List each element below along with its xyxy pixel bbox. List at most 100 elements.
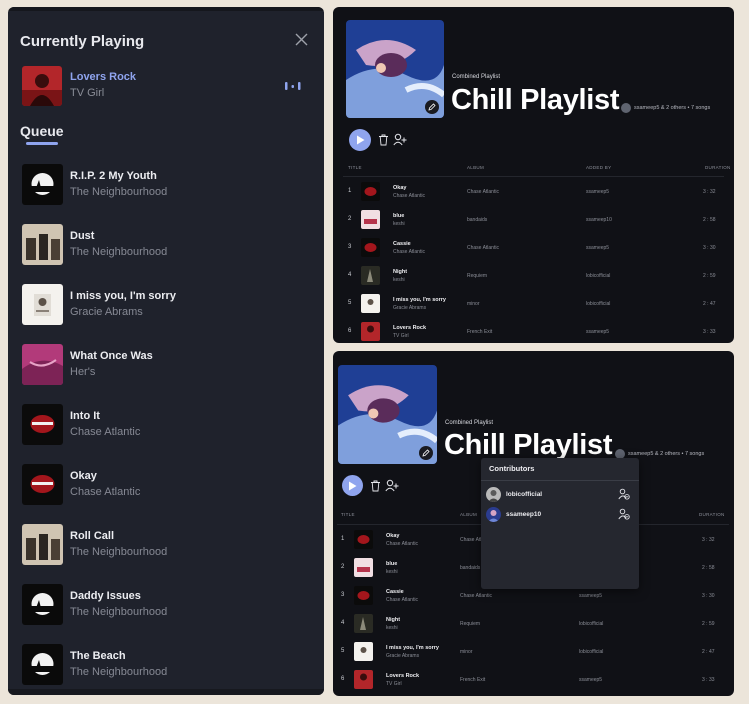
trash-icon[interactable] xyxy=(378,134,389,146)
track-added-by: ssameep5 xyxy=(579,677,603,683)
queue-item[interactable]: Daddy Issues The Neighbourhood xyxy=(22,583,312,643)
queue-item-album-art xyxy=(22,224,63,265)
queue-item[interactable]: I miss you, I'm sorry Gracie Abrams xyxy=(22,283,312,343)
track-added-by: ssameep5 xyxy=(586,189,610,195)
queue-item-album-art xyxy=(22,164,63,205)
col-title[interactable]: TITLE xyxy=(348,165,362,170)
queue-item-artist: The Neighbourhood xyxy=(70,186,168,198)
remove-user-icon[interactable] xyxy=(618,488,630,500)
playlist-meta: ssameep5 & 2 others • 7 songs xyxy=(621,103,710,113)
trash-icon[interactable] xyxy=(370,480,381,492)
track-added-by: lobicofficial xyxy=(586,273,611,279)
track-added-by: lobicofficial xyxy=(586,301,611,307)
col-album[interactable]: ALBUM xyxy=(467,165,484,170)
queue-item-album-art xyxy=(22,404,63,445)
playlist-panel: Combined Playlist Chill Playlist ssameep… xyxy=(333,7,734,343)
equalizer-icon xyxy=(285,82,301,90)
track-art xyxy=(361,238,380,257)
track-art xyxy=(361,266,380,285)
track-row[interactable]: 6 Lovers Rock TV Girl French Exit ssamee… xyxy=(333,666,727,693)
contributor-row[interactable]: ssameep10 xyxy=(486,506,634,522)
track-title: Okay xyxy=(386,533,400,539)
track-row[interactable]: 4 Night keshi Requiem lobicofficial 2 : … xyxy=(333,610,727,637)
playlist-meta-text[interactable]: ssameep5 & 2 others • 7 songs xyxy=(628,451,704,457)
track-art xyxy=(354,558,373,577)
track-duration: 2 : 58 xyxy=(703,217,716,223)
track-row[interactable]: 5 I miss you, I'm sorry Gracie Abrams mi… xyxy=(333,290,734,317)
queue-scrollbar[interactable] xyxy=(8,689,324,695)
track-number: 4 xyxy=(341,620,345,626)
queue-item[interactable]: Okay Chase Atlantic xyxy=(22,463,312,523)
play-button[interactable] xyxy=(342,475,363,496)
play-button[interactable] xyxy=(349,129,371,151)
track-title: Cassie xyxy=(393,241,411,247)
contributor-row[interactable]: lobicofficial xyxy=(486,486,634,502)
remove-user-icon[interactable] xyxy=(618,508,630,520)
track-title: Lovers Rock xyxy=(393,325,427,331)
track-row[interactable]: 6 Lovers Rock TV Girl French Exit ssamee… xyxy=(333,318,734,343)
playlist-meta-text[interactable]: ssameep5 & 2 others • 7 songs xyxy=(634,105,710,111)
track-art xyxy=(354,642,373,661)
pencil-icon xyxy=(428,103,436,111)
track-row[interactable]: 1 Okay Chase Atlantic Chase Atlantic ssa… xyxy=(333,178,734,205)
track-album: bandaids xyxy=(467,217,488,223)
track-album: minor xyxy=(460,649,473,655)
currently-playing-title: Currently Playing xyxy=(20,33,145,50)
track-row[interactable]: 2 blue keshi bandaids ssameep10 2 : 58 xyxy=(333,206,734,233)
col-added-by[interactable]: ADDED BY xyxy=(586,165,611,170)
queue-item-album-art xyxy=(22,464,63,505)
queue-item-album-art xyxy=(22,644,63,685)
track-row[interactable]: 4 Night keshi Requiem lobicofficial 2 : … xyxy=(333,262,734,289)
queue-item-title: Dust xyxy=(70,230,95,242)
track-duration: 3 : 30 xyxy=(703,245,716,251)
add-user-icon[interactable] xyxy=(385,479,399,492)
avatar xyxy=(486,507,501,522)
queue-item-artist: Chase Atlantic xyxy=(70,426,141,438)
queue-item-artist: The Neighbourhood xyxy=(70,246,168,258)
col-title[interactable]: TITLE xyxy=(341,512,355,517)
track-row[interactable]: 3 Cassie Chase Atlantic Chase Atlantic s… xyxy=(333,234,734,261)
queue-item-album-art xyxy=(22,584,63,625)
table-header-divider xyxy=(343,176,724,177)
col-duration[interactable]: DURATION xyxy=(699,512,725,517)
track-row[interactable]: 5 I miss you, I'm sorry Gracie Abrams mi… xyxy=(333,638,727,665)
queue-panel: Currently Playing Lovers Rock TV Girl Qu… xyxy=(8,7,324,695)
queue-heading: Queue xyxy=(20,123,64,139)
queue-item[interactable]: What Once Was Her's xyxy=(22,343,312,403)
track-art xyxy=(361,322,380,341)
col-album[interactable]: ALBUM xyxy=(460,512,477,517)
edit-cover-button[interactable] xyxy=(419,446,433,460)
close-icon[interactable] xyxy=(292,30,310,48)
queue-item[interactable]: R.I.P. 2 My Youth The Neighbourhood xyxy=(22,163,312,223)
queue-item[interactable]: Into It Chase Atlantic xyxy=(22,403,312,463)
queue-item[interactable]: The Beach The Neighbourhood xyxy=(22,643,312,695)
track-artist: Chase Atlantic xyxy=(393,193,425,199)
track-album: Chase Atlantic xyxy=(467,189,499,195)
track-art xyxy=(361,294,380,313)
queue-item-title: R.I.P. 2 My Youth xyxy=(70,170,157,182)
track-number: 6 xyxy=(341,676,345,682)
queue-item[interactable]: Roll Call The Neighbourhood xyxy=(22,523,312,583)
queue-item-artist: Chase Atlantic xyxy=(70,486,141,498)
now-playing-artist[interactable]: TV Girl xyxy=(70,87,104,99)
queue-item-artist: The Neighbourhood xyxy=(70,666,168,678)
track-artist: keshi xyxy=(393,277,405,283)
contributor-name: lobicofficial xyxy=(506,491,543,498)
queue-item[interactable]: Dust The Neighbourhood xyxy=(22,223,312,283)
queue-item-title: Okay xyxy=(70,470,97,482)
col-duration[interactable]: DURATION xyxy=(705,165,731,170)
track-number: 1 xyxy=(341,536,345,542)
track-duration: 2 : 47 xyxy=(702,649,715,655)
track-title: blue xyxy=(386,561,398,567)
track-title: Lovers Rock xyxy=(386,673,420,679)
track-album: French Exit xyxy=(460,677,486,683)
play-icon xyxy=(356,135,364,145)
now-playing-row[interactable]: Lovers Rock TV Girl xyxy=(22,66,312,106)
track-artist: keshi xyxy=(393,221,405,227)
track-artist: keshi xyxy=(386,625,398,631)
edit-cover-button[interactable] xyxy=(425,100,439,114)
track-number: 3 xyxy=(348,244,352,250)
add-user-icon[interactable] xyxy=(393,133,407,146)
queue-tab-indicator xyxy=(26,142,58,145)
now-playing-title[interactable]: Lovers Rock xyxy=(70,71,136,83)
